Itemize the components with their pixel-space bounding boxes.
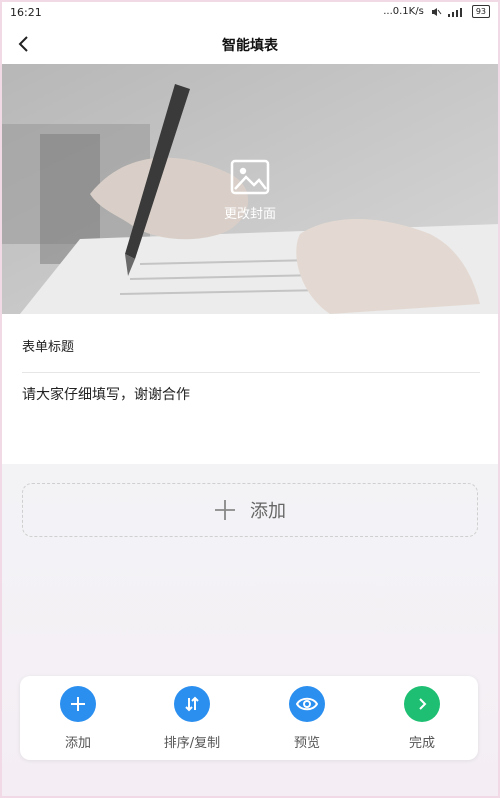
bottom-toolbar: 添加 排序/复制 预览 完成: [20, 676, 478, 760]
plus-icon: [71, 697, 85, 711]
change-cover-group[interactable]: 更改封面: [0, 159, 500, 222]
add-circle: [60, 686, 96, 722]
form-card: 表单标题 请大家仔细填写，谢谢合作: [0, 314, 500, 464]
divider: [22, 372, 480, 373]
page-title: 智能填表: [222, 38, 278, 54]
eye-icon: [296, 697, 318, 711]
battery-indicator: 93: [471, 5, 490, 18]
sort-circle: [174, 686, 210, 722]
change-cover-label: 更改封面: [223, 207, 276, 222]
form-description-input[interactable]: 请大家仔细填写，谢谢合作: [22, 384, 190, 404]
status-icons: ...0.1K/s 93: [383, 5, 490, 18]
image-icon: [230, 159, 270, 195]
toolbar-preview-button[interactable]: 预览: [267, 686, 347, 756]
toolbar-done-button[interactable]: 完成: [382, 686, 462, 756]
chevron-right-icon: [419, 698, 427, 710]
add-field-button[interactable]: 添加: [22, 483, 478, 537]
toolbar-add-button[interactable]: 添加: [38, 686, 118, 756]
done-circle: [404, 686, 440, 722]
signal-icon: [447, 7, 462, 17]
toolbar-add-label: 添加: [64, 736, 91, 751]
toolbar-preview-label: 预览: [293, 736, 320, 751]
mute-icon: [431, 7, 442, 16]
plus-icon: [215, 500, 235, 520]
toolbar-sort-copy-label: 排序/复制: [163, 736, 221, 751]
header: 智能填表: [0, 24, 500, 64]
status-time: 16:21: [10, 6, 42, 19]
form-title-input[interactable]: 表单标题: [22, 336, 74, 355]
sort-icon: [185, 696, 199, 712]
add-field-label: 添加: [250, 501, 286, 522]
toolbar-sort-copy-button[interactable]: 排序/复制: [152, 686, 232, 756]
network-speed: ...0.1K/s: [383, 6, 424, 17]
cover-image[interactable]: 更改封面: [0, 64, 500, 314]
status-bar: 16:21 ...0.1K/s 93: [0, 0, 500, 24]
preview-circle: [289, 686, 325, 722]
toolbar-done-label: 完成: [408, 736, 435, 751]
